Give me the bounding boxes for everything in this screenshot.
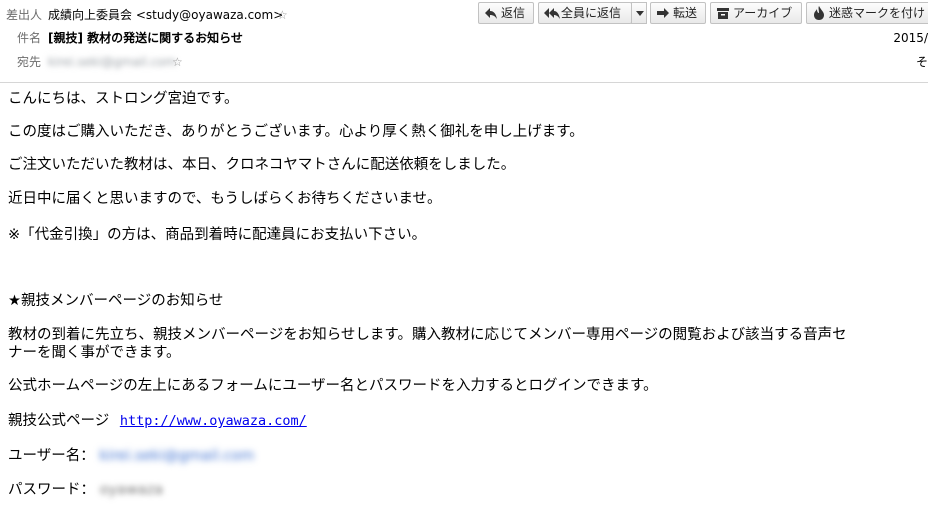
reply-all-icon (544, 8, 560, 19)
subject-row: 件名 [親技] 教材の発送に関するお知らせ 2015/ (0, 28, 928, 48)
cod-note: ※「代金引換」の方は、商品到着時に配達員にお支払い下さい。 (8, 227, 427, 243)
password-label: パスワード： (8, 482, 95, 498)
from-label: 差出人 (6, 8, 43, 22)
star-icon[interactable]: ☆ (172, 52, 183, 72)
site-link[interactable]: http://www.oyawaza.com/ (120, 413, 307, 429)
recipient[interactable]: kirei.seki@gmail.com (48, 52, 176, 72)
message-header: 差出人 成績向上委員会 <study@oyawaza.com> ☆ 件名 [親技… (0, 0, 928, 83)
site-row: 親技公式ページ http://www.oyawaza.com/ (8, 412, 307, 430)
flame-icon (814, 6, 824, 20)
junk-button[interactable]: 迷惑マークを付け (806, 2, 928, 24)
forward-icon (657, 8, 669, 18)
forward-label: 転送 (673, 6, 698, 20)
date: 2015/ (893, 31, 928, 45)
reply-button[interactable]: 返信 (478, 2, 534, 24)
subject-label: 件名 (17, 31, 42, 45)
password-row: パスワード： oyawaza (8, 481, 163, 499)
subject: [親技] 教材の発送に関するお知らせ (48, 31, 243, 45)
forward-button[interactable]: 転送 (650, 2, 706, 24)
reply-all-label: 全員に返信 (561, 6, 622, 20)
star-icon[interactable]: ☆ (277, 5, 288, 25)
member-line-2: ナーを聞く事ができます。 (8, 345, 181, 361)
username-value[interactable]: kirei.seki@gmail.com (99, 448, 254, 464)
password-value: oyawaza (99, 482, 164, 498)
to-label: 宛先 (17, 55, 42, 69)
member-line-1: 教材の到着に先立ち、親技メンバーページをお知らせします。購入教材に応じてメンバー… (8, 327, 847, 343)
to-row: 宛先 kirei.seki@gmail.com ☆ そ (0, 52, 928, 72)
greeting: こんにちは、ストロング宮迫です。 (8, 91, 239, 107)
reply-icon (485, 8, 497, 19)
reply-all-dropdown[interactable] (631, 2, 647, 24)
archive-label: アーカイブ (733, 6, 793, 20)
archive-icon (717, 8, 729, 19)
junk-label: 迷惑マークを付け (829, 6, 926, 20)
site-label: 親技公式ページ (8, 413, 110, 429)
other-actions-label[interactable]: そ (916, 52, 928, 72)
username-label: ユーザー名： (8, 448, 95, 464)
reply-all-button[interactable]: 全員に返信 (538, 2, 632, 24)
login-info: 公式ホームページの左上にあるフォームにユーザー名とパスワードを入力するとログイン… (8, 378, 658, 394)
section-title: ★親技メンバーページのお知らせ (8, 293, 224, 309)
shipping-paragraph: ご注文いただいた教材は、本日、クロネコヤマトさんに配送依頼をしました。 (8, 157, 516, 173)
thanks-paragraph: この度はご購入いただき、ありがとうございます。心より厚く熱く御礼を申し上げます。 (8, 124, 584, 140)
username-row: ユーザー名： kirei.seki@gmail.com (8, 447, 254, 465)
sender[interactable]: 成績向上委員会 <study@oyawaza.com> (48, 5, 283, 25)
arrival-paragraph: 近日中に届くと思いますので、もうしばらくお待ちくださいませ。 (8, 191, 442, 207)
archive-button[interactable]: アーカイブ (710, 2, 802, 24)
reply-label: 返信 (501, 6, 526, 20)
